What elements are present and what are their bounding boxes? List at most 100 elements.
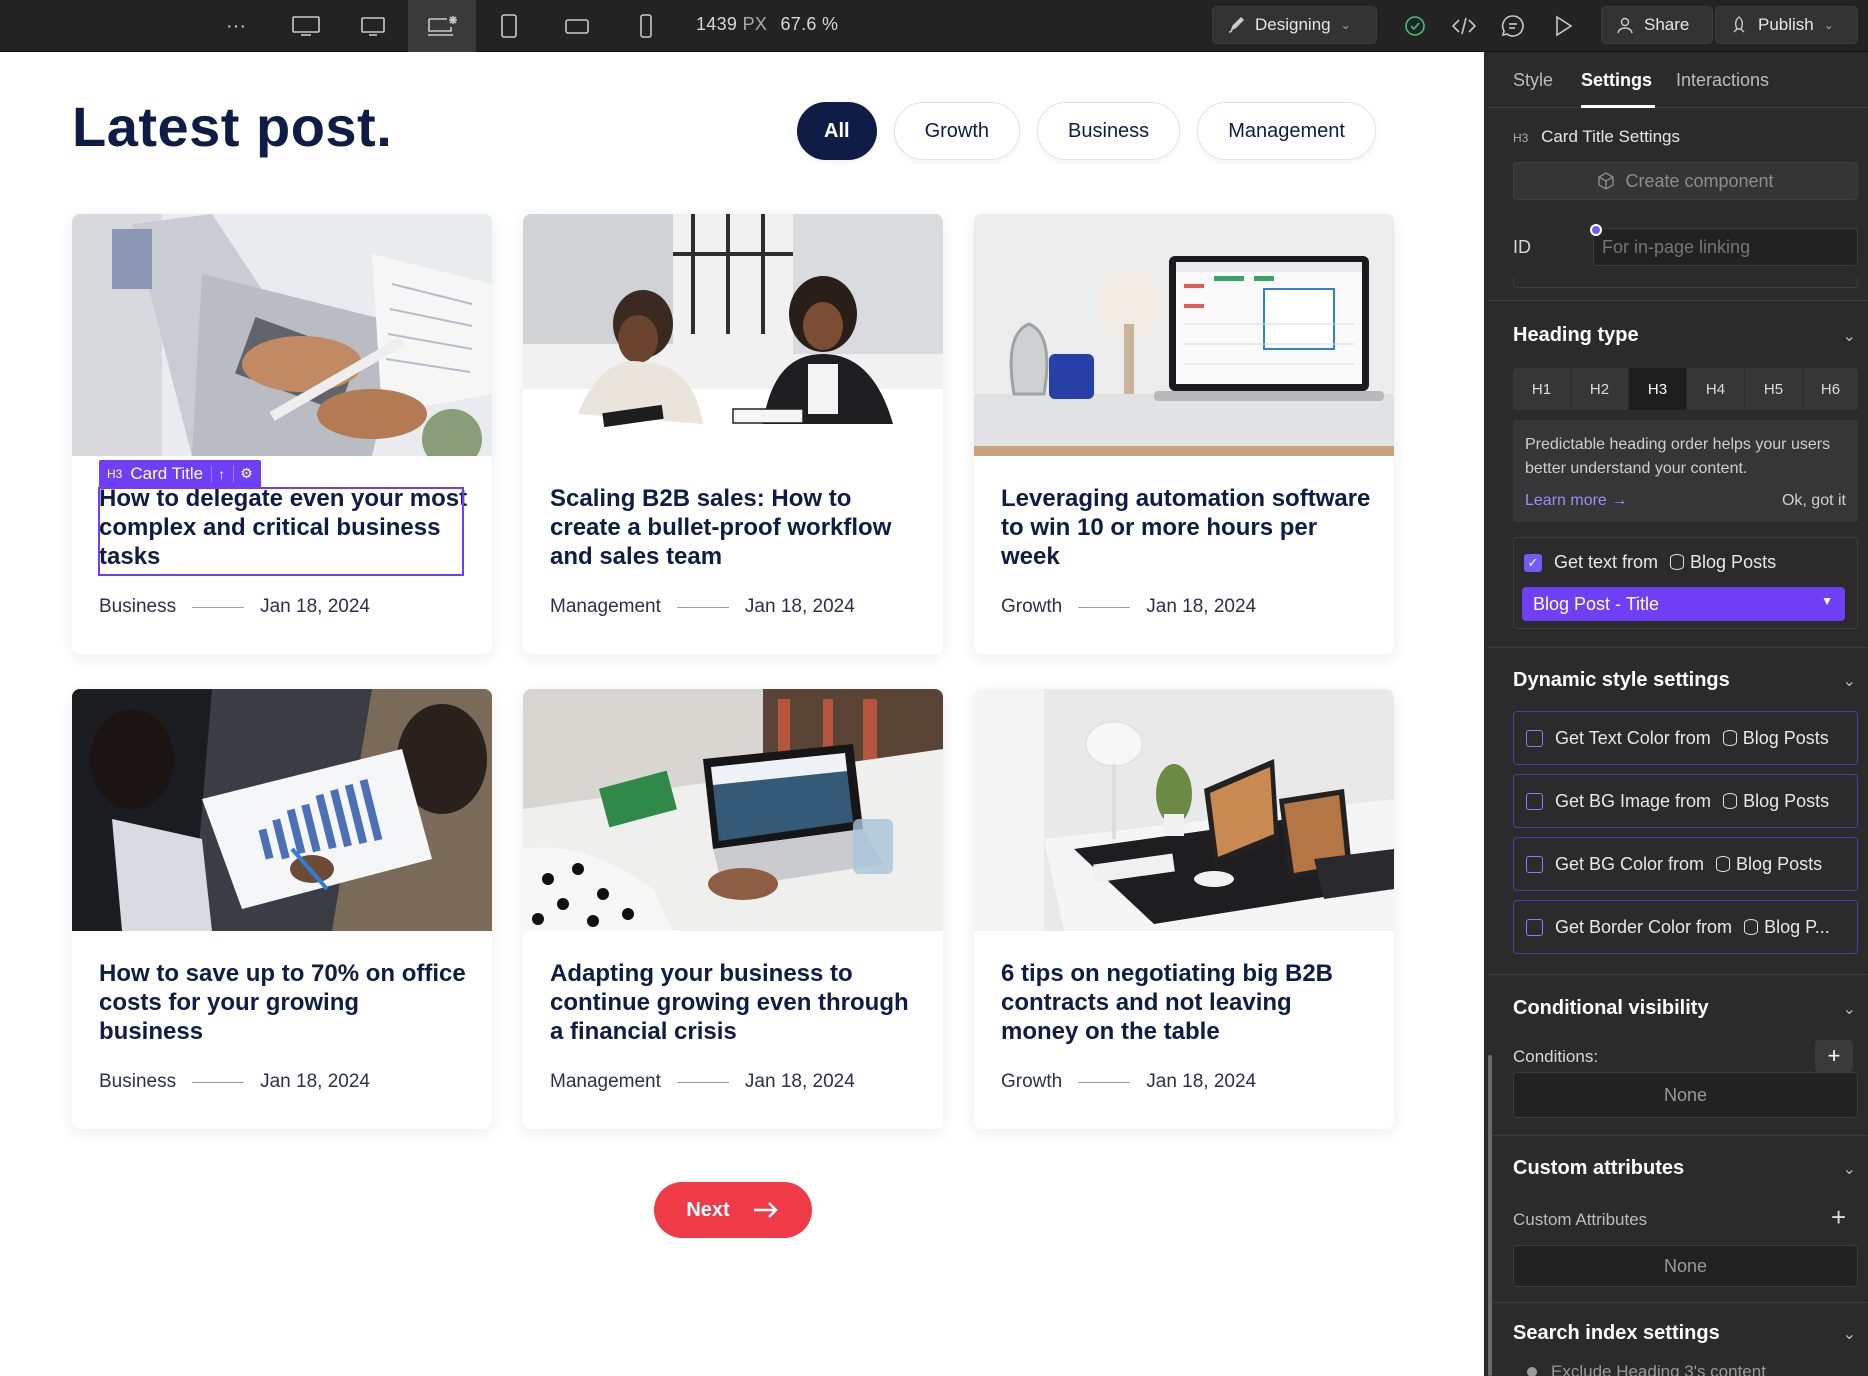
field-binding-select[interactable]: Blog Post - Title ▼ bbox=[1522, 587, 1845, 621]
dynamic-style-title[interactable]: Dynamic style settings bbox=[1513, 669, 1730, 692]
publish-button[interactable]: Publish ⌄ bbox=[1715, 6, 1858, 44]
chevron-down-icon[interactable]: ⌄ bbox=[1843, 671, 1856, 691]
learn-more-link[interactable]: Learn more → bbox=[1525, 492, 1627, 510]
breakpoint-mobile-button[interactable] bbox=[620, 0, 672, 52]
mobile-portrait-icon bbox=[640, 14, 652, 38]
share-button[interactable]: Share bbox=[1601, 6, 1713, 44]
heading-h4-button[interactable]: H4 bbox=[1687, 368, 1745, 410]
heading-h2-button[interactable]: H2 bbox=[1571, 368, 1629, 410]
search-index-title[interactable]: Search index settings bbox=[1513, 1322, 1720, 1345]
panel-scrollbar[interactable] bbox=[1488, 1055, 1492, 1376]
attributes-list[interactable]: None bbox=[1513, 1245, 1858, 1287]
heading-h3-button[interactable]: H3 bbox=[1629, 368, 1687, 410]
woman-laptop-photo bbox=[523, 689, 943, 931]
chevron-down-icon[interactable]: ⌄ bbox=[1843, 326, 1856, 346]
dynamic-border-color-row[interactable]: Get Border Color from Blog P... bbox=[1513, 900, 1858, 954]
conditional-visibility-title[interactable]: Conditional visibility bbox=[1513, 997, 1709, 1020]
conditions-label: Conditions: bbox=[1513, 1047, 1599, 1066]
selected-element-label: Card Title bbox=[130, 463, 204, 483]
settings-panel: Style Settings Interactions H3 Card Titl… bbox=[1487, 52, 1868, 1376]
zoom-level: 67.6 % bbox=[780, 14, 839, 34]
arrow-right-icon bbox=[753, 1202, 778, 1218]
element-settings-header: H3 Card Title Settings bbox=[1513, 127, 1680, 147]
card-meta: Management Jan 18, 2024 bbox=[550, 1071, 855, 1093]
tab-settings[interactable]: Settings bbox=[1581, 70, 1652, 91]
checkbox[interactable] bbox=[1526, 729, 1543, 747]
checkbox-checked-icon[interactable]: ✓ bbox=[1524, 553, 1542, 572]
id-field-underline bbox=[1513, 278, 1858, 288]
checkbox[interactable] bbox=[1526, 792, 1543, 810]
add-attribute-button[interactable]: + bbox=[1831, 1202, 1846, 1233]
tab-style[interactable]: Style bbox=[1513, 70, 1553, 91]
more-menu-button[interactable]: ··· bbox=[210, 0, 262, 52]
card-title[interactable]: Leveraging automation software to win 10… bbox=[1001, 484, 1371, 571]
heading-type-title[interactable]: Heading type bbox=[1513, 324, 1639, 347]
card-title[interactable]: Scaling B2B sales: How to create a bulle… bbox=[550, 484, 920, 571]
database-icon bbox=[1670, 554, 1685, 571]
filter-business[interactable]: Business bbox=[1037, 102, 1181, 160]
element-selection-tag[interactable]: H3 Card Title ↑ ⚙ bbox=[99, 460, 261, 487]
canvas-width: 1439 bbox=[696, 14, 738, 34]
conditions-list[interactable]: None bbox=[1513, 1072, 1858, 1118]
chevron-down-icon[interactable]: ⌄ bbox=[1843, 1159, 1856, 1179]
id-input[interactable] bbox=[1593, 228, 1858, 266]
card-title[interactable]: 6 tips on negotiating big B2B contracts … bbox=[1001, 959, 1371, 1046]
code-export-button[interactable] bbox=[1438, 0, 1490, 52]
heading-h5-button[interactable]: H5 bbox=[1745, 368, 1803, 410]
dismiss-tip-button[interactable]: Ok, got it bbox=[1782, 492, 1846, 510]
breakpoint-landscape-button[interactable] bbox=[551, 0, 603, 52]
publish-status-button[interactable] bbox=[1389, 0, 1441, 52]
heading-level-badge: H3 bbox=[107, 466, 123, 481]
checkbox[interactable] bbox=[1526, 918, 1543, 936]
dynamic-bg-color-row[interactable]: Get BG Color from Blog Posts bbox=[1513, 837, 1858, 891]
card-title[interactable]: Adapting your business to continue growi… bbox=[550, 959, 920, 1046]
blog-card[interactable]: Adapting your business to continue growi… bbox=[523, 689, 943, 1129]
blog-card[interactable]: Leveraging automation software to win 10… bbox=[974, 214, 1394, 654]
tab-interactions[interactable]: Interactions bbox=[1676, 70, 1769, 91]
comments-button[interactable] bbox=[1487, 0, 1539, 52]
share-label: Share bbox=[1644, 15, 1690, 34]
filter-all[interactable]: All bbox=[797, 102, 877, 160]
section-heading[interactable]: Latest post. bbox=[72, 94, 392, 159]
filter-management[interactable]: Management bbox=[1197, 102, 1376, 160]
dynamic-text-color-row[interactable]: Get Text Color from Blog Posts bbox=[1513, 711, 1858, 765]
add-condition-button[interactable]: + bbox=[1815, 1040, 1853, 1072]
blog-card[interactable]: Scaling B2B sales: How to create a bulle… bbox=[523, 214, 943, 654]
exclude-heading-row[interactable]: Exclude Heading 3's content bbox=[1527, 1362, 1766, 1376]
breakpoint-base-button[interactable] bbox=[408, 0, 476, 52]
blog-card[interactable]: 6 tips on negotiating big B2B contracts … bbox=[974, 689, 1394, 1129]
heading-badge: H3 bbox=[1513, 131, 1529, 145]
dynamic-row-label: Get BG Color from bbox=[1555, 853, 1705, 874]
heading-h1-button[interactable]: H1 bbox=[1513, 368, 1571, 410]
dynamic-row-label: Get Text Color from bbox=[1555, 727, 1711, 748]
filter-growth[interactable]: Growth bbox=[893, 102, 1021, 160]
blog-card[interactable]: How to delegate even your most complex a… bbox=[72, 214, 492, 654]
checkbox[interactable] bbox=[1526, 855, 1543, 873]
breakpoint-tablet-button[interactable] bbox=[483, 0, 535, 52]
card-meta: Business Jan 18, 2024 bbox=[99, 596, 370, 618]
card-title[interactable]: How to save up to 70% on office costs fo… bbox=[99, 959, 469, 1046]
heading-order-tip: Predictable heading order helps your use… bbox=[1513, 420, 1858, 522]
breakpoint-desktop-button[interactable] bbox=[347, 0, 399, 52]
chevron-down-icon[interactable]: ⌄ bbox=[1843, 1324, 1856, 1344]
custom-attributes-title[interactable]: Custom attributes bbox=[1513, 1157, 1684, 1180]
card-image bbox=[523, 689, 943, 931]
get-text-from-row[interactable]: ✓ Get text from Blog Posts bbox=[1524, 552, 1776, 573]
dynamic-bg-image-row[interactable]: Get BG Image from Blog Posts bbox=[1513, 774, 1858, 828]
card-category: Growth bbox=[1001, 596, 1063, 617]
blog-card[interactable]: How to save up to 70% on office costs fo… bbox=[72, 689, 492, 1129]
next-page-button[interactable]: Next bbox=[654, 1182, 812, 1238]
custom-attributes-label: Custom Attributes bbox=[1513, 1210, 1648, 1229]
breakpoint-desktop-xl-button[interactable] bbox=[280, 0, 332, 52]
dynamic-row-label: Get BG Image from bbox=[1555, 790, 1712, 811]
create-component-button[interactable]: Create component bbox=[1513, 162, 1858, 200]
comment-icon bbox=[1501, 15, 1524, 37]
mode-dropdown[interactable]: Designing ⌄ bbox=[1212, 6, 1377, 44]
preview-button[interactable] bbox=[1537, 0, 1589, 52]
element-settings-gear-icon[interactable]: ⚙ bbox=[233, 465, 253, 482]
design-canvas[interactable]: Latest post. All Growth Business Managem… bbox=[0, 52, 1484, 1376]
chevron-down-icon[interactable]: ⌄ bbox=[1843, 999, 1856, 1019]
bullet-icon bbox=[1527, 1367, 1537, 1376]
heading-h6-button[interactable]: H6 bbox=[1803, 368, 1858, 410]
select-parent-icon[interactable]: ↑ bbox=[211, 465, 225, 482]
